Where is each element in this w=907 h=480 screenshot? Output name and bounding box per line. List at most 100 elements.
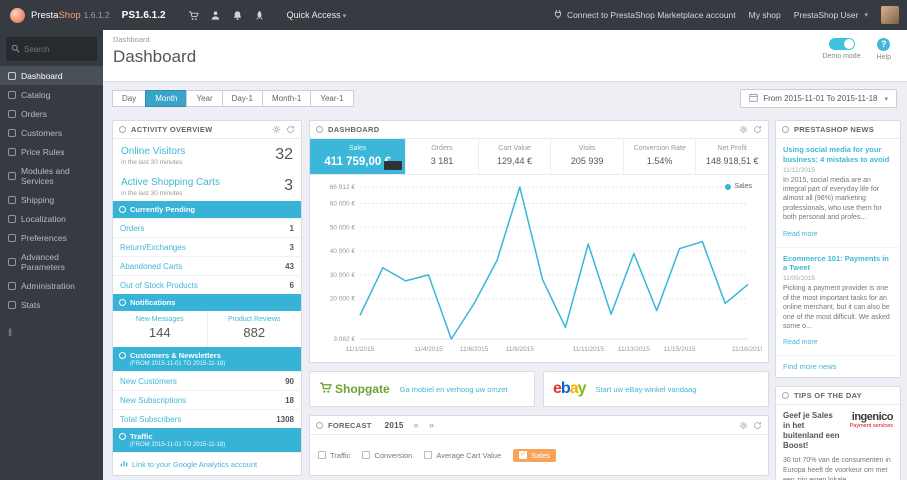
period-month-1-button[interactable]: Month-1 xyxy=(261,90,312,107)
forecast-panel: FORECAST 2015 « » Traffic Conversion Ave… xyxy=(309,415,769,476)
filter-bar: Day Month Year Day-1 Month-1 Year-1 From… xyxy=(103,82,907,108)
period-year-button[interactable]: Year xyxy=(186,90,223,107)
svg-text:60 000 €: 60 000 € xyxy=(330,200,356,207)
sidebar-item-administration[interactable]: Administration xyxy=(0,276,103,295)
sales-chart-area: Sales 66 912 € 60 000 € 50 000 € 40 000 € 30… xyxy=(310,175,768,362)
gear-icon[interactable] xyxy=(739,421,748,430)
chart-legend[interactable]: Sales xyxy=(725,183,752,190)
pending-row-abandoned-carts[interactable]: Abandoned Carts 43 xyxy=(113,256,301,275)
kpi-sales[interactable]: Sales 411 759,00 € xyxy=(310,139,406,174)
gear-icon[interactable] xyxy=(739,125,748,134)
read-more-link[interactable]: Read more xyxy=(783,339,818,346)
help-label: Help xyxy=(876,54,891,61)
plug-icon xyxy=(553,9,563,21)
kpi-net-profit[interactable]: Net Profit 148 918,51 € xyxy=(695,139,768,174)
pending-row-out-of-stock[interactable]: Out of Stock Products 6 xyxy=(113,275,301,294)
dashboard-icon xyxy=(316,126,323,133)
sidebar-item-price-rules[interactable]: Price Rules xyxy=(0,142,103,161)
chevron-down-icon: ▾ xyxy=(884,95,888,103)
news-headline-link[interactable]: Using social media for your business: 4 … xyxy=(783,145,893,165)
sidebar-item-localization[interactable]: Localization xyxy=(0,209,103,228)
refresh-icon[interactable] xyxy=(753,421,762,430)
active-carts-stat: Active Shopping Carts in the last 30 minu… xyxy=(121,177,293,197)
clock-icon xyxy=(119,206,126,213)
prev-year-button[interactable]: « xyxy=(414,420,419,430)
google-analytics-link[interactable]: Link to your Google Analytics account xyxy=(113,452,301,475)
sidebar-item-preferences[interactable]: Preferences xyxy=(0,228,103,247)
sidebar-item-orders[interactable]: Orders xyxy=(0,104,103,123)
shop-name-link[interactable]: PS1.6.1.2 xyxy=(122,10,166,21)
my-shop-link[interactable]: My shop xyxy=(749,10,781,20)
menu-collapse-button[interactable]: ‖ xyxy=(0,314,103,353)
marketplace-link[interactable]: Connect to PrestaShop Marketplace accoun… xyxy=(553,9,736,21)
user-menu[interactable]: PrestaShop User ▾ xyxy=(794,10,868,20)
forecast-legend-average-cart-value[interactable]: Average Cart Value xyxy=(424,451,501,460)
date-range-picker[interactable]: From 2015-11-01 To 2015-11-18 ▾ xyxy=(740,89,897,108)
svg-text:20 000 €: 20 000 € xyxy=(330,296,356,303)
kpi-conversion-rate[interactable]: Conversion Rate 1.54% xyxy=(622,139,696,174)
sidebar-item-advanced-parameters[interactable]: Advanced Parameters xyxy=(0,247,103,276)
prestashop-logo-icon[interactable] xyxy=(10,7,25,23)
shopgate-link[interactable]: Ga mobiel en verhoog uw omzet xyxy=(400,385,508,394)
read-more-link[interactable]: Read more xyxy=(783,231,818,238)
user-avatar[interactable] xyxy=(881,6,899,24)
active-carts-link[interactable]: Active Shopping Carts xyxy=(121,177,220,188)
pending-row-returns[interactable]: Return/Exchanges 3 xyxy=(113,237,301,256)
find-more-news-link[interactable]: Find more news xyxy=(776,355,900,377)
bar-chart-icon xyxy=(8,300,16,309)
next-year-button[interactable]: » xyxy=(429,420,434,430)
kpi-row: Sales 411 759,00 € Orders 3 181 Cart Value… xyxy=(310,139,768,175)
period-day-button[interactable]: Day xyxy=(112,90,147,107)
customers-row-new-customers[interactable]: New Customers 90 xyxy=(113,371,301,390)
news-excerpt: Picking a payment provider is one of the… xyxy=(783,285,890,330)
ebay-link[interactable]: Start uw eBay-winkel vandaag xyxy=(596,385,697,394)
sidebar-item-customers[interactable]: Customers xyxy=(0,123,103,142)
forecast-legend-conversion[interactable]: Conversion xyxy=(362,451,412,460)
svg-text:11/18/2015: 11/18/2015 xyxy=(732,346,762,353)
demo-mode-toggle[interactable] xyxy=(828,38,855,50)
search-input[interactable] xyxy=(24,44,94,54)
sidebar-item-modules[interactable]: Modules and Services xyxy=(0,161,103,190)
cart-icon[interactable] xyxy=(188,10,199,21)
sidebar: Dashboard Catalog Orders Customers Price… xyxy=(0,30,103,480)
refresh-icon[interactable] xyxy=(286,125,295,134)
sidebar-item-stats[interactable]: Stats xyxy=(0,295,103,314)
help-icon[interactable]: ? xyxy=(877,38,891,51)
person-icon[interactable] xyxy=(210,10,221,21)
forecast-legend: Traffic Conversion Average Cart Value Sa… xyxy=(310,435,768,475)
bell-icon[interactable] xyxy=(232,10,243,21)
sidebar-item-dashboard[interactable]: Dashboard xyxy=(0,66,103,85)
sidebar-item-catalog[interactable]: Catalog xyxy=(0,85,103,104)
ebay-logo[interactable]: ebay xyxy=(553,380,586,398)
quick-access-menu[interactable]: Quick Access ▾ xyxy=(287,10,347,20)
shopgate-logo[interactable]: Shopgate xyxy=(319,381,390,397)
rocket-icon[interactable] xyxy=(254,10,265,21)
kpi-cart-value[interactable]: Cart Value 129,44 € xyxy=(477,139,551,174)
customers-row-total-subscribers[interactable]: Total Subscribers 1308 xyxy=(113,409,301,428)
sidebar-item-shipping[interactable]: Shipping xyxy=(0,190,103,209)
period-year-1-button[interactable]: Year-1 xyxy=(310,90,354,107)
tag-icon xyxy=(8,147,16,156)
refresh-icon[interactable] xyxy=(753,125,762,134)
page-title: Dashboard xyxy=(113,47,197,66)
customers-row-new-subscriptions[interactable]: New Subscriptions 18 xyxy=(113,390,301,409)
forecast-legend-sales[interactable]: Sales xyxy=(513,448,556,462)
online-visitors-link[interactable]: Online Visitors xyxy=(121,146,185,157)
shopgate-promo-panel: Shopgate Ga mobiel en verhoog uw omzet xyxy=(309,371,535,407)
product-reviews-cell[interactable]: Product Reviews 882 xyxy=(206,311,302,347)
page-header: Dashboard Dashboard Demo mode ? Help xyxy=(103,30,907,82)
svg-text:30 000 €: 30 000 € xyxy=(330,272,356,279)
svg-text:11/1/2015: 11/1/2015 xyxy=(346,346,375,353)
svg-text:11/6/2015: 11/6/2015 xyxy=(460,346,489,353)
kpi-visits[interactable]: Visits 205 939 xyxy=(550,139,623,174)
new-messages-cell[interactable]: New Messages 144 xyxy=(113,311,207,347)
period-day-1-button[interactable]: Day-1 xyxy=(221,90,263,107)
kpi-orders[interactable]: Orders 3 181 xyxy=(405,139,478,174)
news-icon xyxy=(782,126,789,133)
gear-icon[interactable] xyxy=(272,125,281,134)
forecast-legend-traffic[interactable]: Traffic xyxy=(318,451,350,460)
globe-icon xyxy=(8,214,16,223)
pending-row-orders[interactable]: Orders 1 xyxy=(113,218,301,237)
period-month-button[interactable]: Month xyxy=(145,90,188,107)
news-headline-link[interactable]: Ecommerce 101: Payments in a Tweet xyxy=(783,254,893,274)
